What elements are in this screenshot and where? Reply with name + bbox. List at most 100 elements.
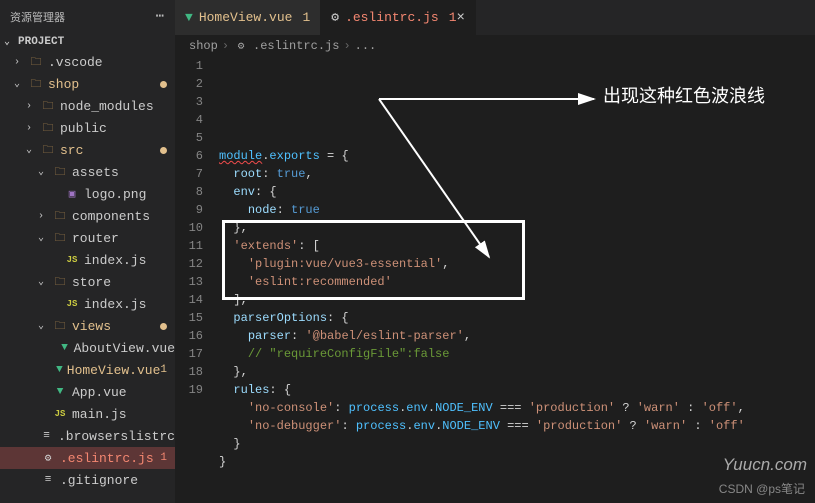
folder-icon: 🗀 [40,98,56,114]
breadcrumb-item[interactable]: shop [189,39,218,53]
tree-item[interactable]: ⌄🗀store [0,271,175,293]
js-icon: JS [64,252,80,268]
line-number: 9 [175,201,203,219]
tab-label: .eslintrc.js [345,10,439,25]
tree-item-label: store [72,275,175,290]
code-line[interactable]: }, [219,219,815,237]
line-number: 16 [175,327,203,345]
vue-icon: ▼ [56,362,63,378]
tree-item-label: HomeView.vue [67,363,161,378]
tree-item[interactable]: ›🗀.vscode [0,51,175,73]
line-number: 5 [175,129,203,147]
tree-item[interactable]: ⌄🗀views [0,315,175,337]
breadcrumbs[interactable]: shop › ⚙ .eslintrc.js › ... [175,35,815,57]
project-header[interactable]: ⌄ PROJECT [0,33,175,51]
tab-badge: 1 [302,10,310,25]
tree-item[interactable]: JS main.js [0,403,175,425]
folder-icon: 🗀 [52,208,68,224]
sidebar-header: 资源管理器 ⋯ [0,0,175,33]
tree-item[interactable]: ▼ HomeView.vue1 [0,359,175,381]
code-editor[interactable]: 12345678910111213141516171819 出现这种红色波浪线 … [175,57,815,503]
tree-item[interactable]: ▼ App.vue [0,381,175,403]
chevron-right-icon: › [343,39,350,53]
tree-item[interactable]: ⌄🗀src [0,139,175,161]
breadcrumb-item[interactable]: ... [355,39,377,53]
chevron-icon: ⌄ [38,232,50,244]
code-line[interactable]: root: true, [219,165,815,183]
code-line[interactable]: ], [219,291,815,309]
chevron-icon: ⌄ [38,166,50,178]
tree-item[interactable]: ▣logo.png [0,183,175,205]
gear-icon: ⚙ [40,450,56,466]
code-line[interactable]: 'extends': [ [219,237,815,255]
tree-item[interactable]: ›🗀node_modules [0,95,175,117]
vue-icon: ▼ [185,10,193,25]
tree-item-label: index.js [84,253,175,268]
code-line[interactable]: }, [219,363,815,381]
code-line[interactable]: rules: { [219,381,815,399]
code-line[interactable]: 'plugin:vue/vue3-essential', [219,255,815,273]
line-number: 4 [175,111,203,129]
line-number: 1 [175,57,203,75]
code-line[interactable]: 'no-debugger': process.env.NODE_ENV === … [219,417,815,435]
modified-dot [160,147,167,154]
tree-item-label: shop [48,77,160,92]
tree-item[interactable]: ›🗀public [0,117,175,139]
code-line[interactable]: env: { [219,183,815,201]
code-content[interactable]: 出现这种红色波浪线 module.exports = { root: true,… [219,57,815,503]
tree-item[interactable]: ▼AboutView.vue [0,337,175,359]
tree-item[interactable]: JS index.js [0,249,175,271]
modified-badge: 1 [160,452,167,464]
code-line[interactable]: 'eslint:recommended' [219,273,815,291]
tree-item-label: main.js [72,407,175,422]
line-number: 18 [175,363,203,381]
code-line[interactable]: 'no-console': process.env.NODE_ENV === '… [219,399,815,417]
tree-item[interactable]: ⌄🗀shop [0,73,175,95]
more-icon[interactable]: ⋯ [156,8,165,25]
modified-dot [160,323,167,330]
tab-label: HomeView.vue [199,10,293,25]
line-number: 3 [175,93,203,111]
modified-badge: 1 [160,364,167,376]
line-number: 8 [175,183,203,201]
sidebar-title: 资源管理器 [10,9,65,25]
code-line[interactable]: // "requireConfigFile":false [219,345,815,363]
chevron-icon: ⌄ [38,276,50,288]
tree-item[interactable]: JS index.js [0,293,175,315]
code-line[interactable]: parserOptions: { [219,309,815,327]
js-icon: JS [52,406,68,422]
folder-icon: 🗀 [40,142,56,158]
code-line[interactable]: node: true [219,201,815,219]
tree-item[interactable]: ≡.gitignore [0,469,175,491]
file-icon: ≡ [39,428,54,444]
tree-item-label: views [72,319,160,334]
vue-icon: ▼ [52,384,68,400]
line-numbers: 12345678910111213141516171819 [175,57,219,503]
annotation-text: 出现这种红色波浪线 [603,87,765,105]
code-line[interactable]: } [219,435,815,453]
folder-icon: 🗀 [52,164,68,180]
line-number: 14 [175,291,203,309]
folder-icon: 🗀 [28,54,44,70]
tree-item[interactable]: ⌄🗀router [0,227,175,249]
line-number: 11 [175,237,203,255]
code-line[interactable]: module.exports = { [219,147,815,165]
tree-item[interactable]: ⌄🗀assets [0,161,175,183]
code-line[interactable]: parser: '@babel/eslint-parser', [219,327,815,345]
js-icon: JS [64,296,80,312]
editor-tab[interactable]: ⚙.eslintrc.js1 × [321,0,476,35]
tree-item[interactable]: ⚙.eslintrc.js1 [0,447,175,469]
tree-item[interactable]: ›🗀components [0,205,175,227]
tree-item-label: .vscode [48,55,175,70]
tree-item-label: index.js [84,297,175,312]
breadcrumb-item[interactable]: .eslintrc.js [253,39,339,53]
vue-icon: ▼ [60,340,70,356]
tree-item-label: src [60,143,160,158]
editor-tab[interactable]: ▼ HomeView.vue 1 [175,0,321,35]
close-icon[interactable]: × [457,10,465,26]
gear-icon: ⚙ [233,38,249,54]
tree-item[interactable]: ≡.browserslistrc [0,425,175,447]
tree-item-label: node_modules [60,99,175,114]
tree-item-label: App.vue [72,385,175,400]
project-name: PROJECT [18,36,64,48]
